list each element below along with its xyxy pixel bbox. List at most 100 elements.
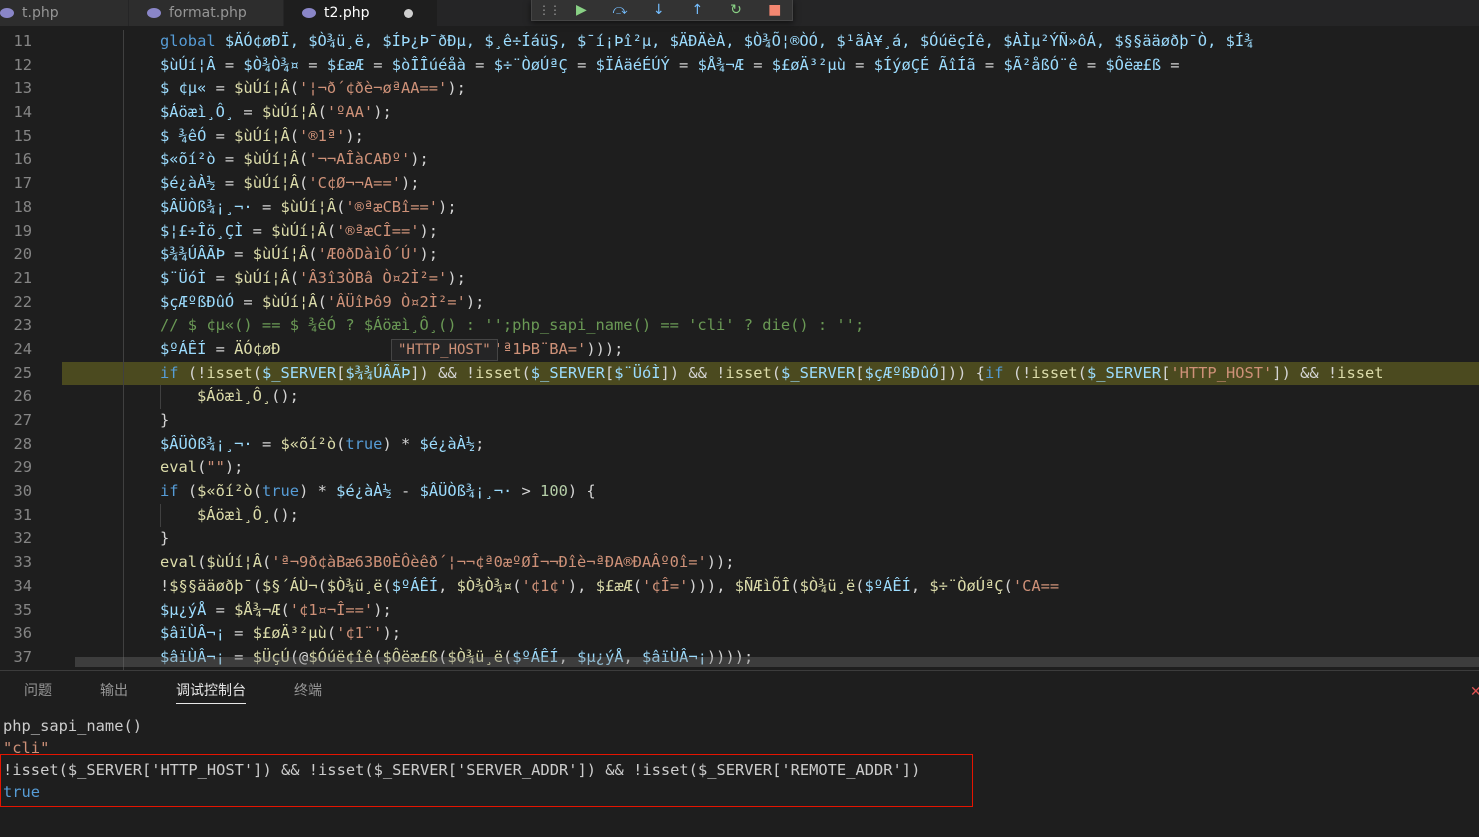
unsaved-dot-icon[interactable] (403, 8, 413, 18)
code-token: ÄÓ¢øÐ (234, 339, 281, 358)
tab-2[interactable]: t2.php (284, 0, 438, 26)
code-token: = (1077, 55, 1106, 74)
code-line[interactable]: 28 $ÂÜÒß¾¡¸¬· = $«õí²ò(true) * $é¿àÀ½; (0, 432, 1479, 457)
indent-guide (123, 101, 124, 125)
console-line: php_sapi_name() (3, 717, 142, 735)
code-token: ); (224, 458, 244, 477)
code-token: $Áöæì¸Ô¸ (160, 103, 235, 122)
code-line[interactable]: 18 $ÂÜÒß¾¡¸¬· = $ùÚí¦Â('®ªæCBî=='); (0, 195, 1479, 220)
code-token: ); (447, 268, 466, 287)
panel-tab-3[interactable]: 终端 (270, 671, 346, 711)
code-token: ( (261, 553, 272, 572)
indent-guide (123, 385, 124, 409)
code-line[interactable]: 13 $ ¢µ« = $ùÚí¦Â('¦¬ð´¢ðè¬øªAA=='); (0, 77, 1479, 102)
code-token: ))); (586, 339, 624, 358)
code-token: // $ ¢µ«() == $ ¾êÓ ? $Áöæì¸Ô¸() : '';ph… (160, 316, 865, 335)
restart-icon[interactable]: ↻ (719, 0, 754, 20)
code-line[interactable]: 29 eval(""); (0, 456, 1479, 481)
tab-1[interactable]: format.php (129, 0, 284, 26)
code-token: > (512, 482, 541, 501)
code-token: = (206, 268, 235, 287)
panel-close-icon[interactable]: ✕ (1470, 684, 1479, 698)
line-number: 20 (13, 245, 32, 264)
grip-icon[interactable]: ⋮⋮ (538, 0, 561, 20)
panel-tab-2[interactable]: 调试控制台 (152, 671, 270, 711)
code-text: $ùÚí¦Â = $Ò¾Ò¾¤ = $£æÆ = $òÎÎúéåà = $÷¨Ò… (160, 54, 1180, 78)
tab-0[interactable]: t.php (0, 0, 129, 26)
code-token: $Ã²åßÓ¨ê (1003, 55, 1078, 74)
code-token: '¬¬AÎàCAÐº' (308, 150, 411, 169)
code-token: $Ôëæ£ß (1105, 55, 1162, 74)
step-into-icon[interactable]: ↓ (641, 0, 676, 20)
code-token: ); (447, 79, 466, 98)
code-line[interactable]: 35 $µ¿ýÅ = $Å¾¬Æ('¢1¤¬Î=='); (0, 598, 1479, 623)
code-line[interactable]: 21 $¨ÜóÌ = $ùÚí¦Â('Â3î3ÒBâ Ò¤2Ì²='); (0, 266, 1479, 291)
stop-icon[interactable]: ■ (757, 0, 792, 20)
step-out-icon[interactable]: ↑ (680, 0, 715, 20)
code-token: $é¿àÀ½ (336, 482, 392, 501)
continue-icon[interactable]: ▶ (564, 0, 599, 20)
code-line[interactable]: 23 // $ ¢µ«() == $ ¾êÓ ? $Áöæì¸Ô¸() : '';… (0, 314, 1479, 338)
code-line[interactable]: 32} (0, 527, 1479, 552)
code-line[interactable]: 25 if (!isset($_SERVER[$¾¾ÚÂÃÞ]) && !isse… (13, 361, 1479, 386)
code-line[interactable]: 12 $ùÚí¦Â = $Ò¾Ò¾¤ = $£æÆ = $òÎÎúéåà = $÷… (0, 53, 1479, 78)
code-token: $¾¾ÚÂÃÞ (160, 245, 225, 264)
step-over-icon[interactable]: ⤼ (603, 0, 638, 20)
code-token: $£øÄ³²µù (771, 55, 846, 74)
code-line[interactable]: 15 $ ¾êÓ = $ùÚí¦Â('®1ª'); (0, 124, 1479, 149)
code-text: $é¿àÀ½ = $ùÚí¦Â('C¢Ø¬¬A=='); (160, 172, 420, 196)
indent-guide (123, 266, 124, 291)
code-text: !$§§ääøðþ¯($§´ÁÙ¬($Ò¾ü¸ë($ºÁÊÍ, $Ò¾Ò¾¤('… (160, 575, 1059, 599)
code-token: $ÂÜÒß¾¡¸¬· (160, 434, 253, 453)
code-token: 'CA== (1012, 576, 1060, 595)
code-line[interactable]: 20 $¾¾ÚÂÃÞ = $ùÚí¦Â('Æ0ðDàìÔ´Ú'); (0, 243, 1479, 267)
code-token: ]) && ! (660, 363, 726, 382)
code-token: = (299, 55, 327, 74)
code-token: (); (271, 505, 299, 524)
code-token: isset (475, 363, 522, 382)
php-file-icon (147, 8, 161, 18)
code-line[interactable]: 19 $¦£÷Îö¸ÇÌ = $ùÚí¦Â('®ªæCÎ=='); (0, 219, 1479, 244)
code-line[interactable]: 14 $Áöæì¸Ô¸ = $ùÚí¦Â('ºAA'); (0, 101, 1479, 125)
code-line[interactable]: 31 $Áöæì¸Ô¸(); (0, 503, 1479, 528)
code-line[interactable]: 26 $Áöæì¸Ô¸(); (0, 385, 1479, 409)
code-line[interactable]: 24$ºÁÊÍ = ÄÓ¢øÐ ùÚí¦Â('ª1ÞB¨BA='))); (0, 337, 1479, 362)
code-token: $ùÚí¦Â (261, 103, 318, 122)
code-line[interactable]: 11 global $ÄÓ¢øÐÏ, $Ò¾ü¸ë, $ÍÞ¿Þ¯ðÐµ, $¸ê… (0, 30, 1479, 54)
indent-guide (123, 77, 124, 102)
line-number: 12 (13, 55, 32, 74)
indent-guide (123, 361, 124, 386)
indent-guide (160, 385, 161, 409)
code-token: $ùÚí¦Â (243, 150, 300, 169)
code-text: $µ¿ýÅ = $Å¾¬Æ('¢1¤¬Î=='); (160, 599, 392, 623)
code-line[interactable]: 30 if ($«õí²ò(true) * $é¿àÀ½ - $ÂÜÒß¾¡¸¬·… (0, 480, 1479, 504)
code-line[interactable]: 34 !$§§ääøðþ¯($§´ÁÙ¬($Ò¾ü¸ë($ºÁÊÍ, $Ò¾Ò¾¤… (0, 574, 1479, 599)
line-number: 30 (13, 482, 32, 501)
code-token: ( (521, 363, 531, 382)
code-line[interactable]: 17 $é¿àÀ½ = $ùÚí¦Â('C¢Ø¬¬A=='); (0, 172, 1479, 196)
code-line[interactable]: 36 $âïÙÂ¬¡ = $£øÄ³²µù('¢1¨'); (0, 622, 1479, 646)
code-token: true (345, 434, 383, 453)
code-token: ( (336, 197, 346, 216)
code-line[interactable]: 33 eval($ùÚí¦Â('ª¬9ð¢àBæ63B0ÈÔèêð´¦¬¬¢ª0æ… (0, 551, 1479, 575)
code-token: 'Æ0ðDàìÔ´Ú' (317, 245, 420, 264)
code-editor[interactable]: 11 global $ÄÓ¢øÐÏ, $Ò¾ü¸ë, $ÍÞ¿Þ¯ðÐµ, $¸ê… (0, 30, 1479, 670)
code-token: ); (400, 174, 420, 193)
code-token: = (363, 55, 392, 74)
tab-label: format.php (169, 5, 247, 21)
indent-guide (123, 337, 124, 362)
panel-tab-1[interactable]: 输出 (76, 671, 152, 711)
code-line[interactable]: 22 $çÆºßÐûÓ = $ùÚí¦Â('ÂÜîÞô9 Ò¤2Ì²='); (0, 290, 1479, 315)
indent-guide (123, 527, 124, 552)
code-token: $÷¨ÒøÚªÇ (493, 55, 568, 74)
code-token: '®ªæCBî==' (345, 197, 439, 216)
code-line[interactable]: 16 $«õí²ò = $ùÚí¦Â('¬¬AÎàCAÐº'); (0, 148, 1479, 173)
horizontal-scrollbar[interactable] (75, 657, 1479, 667)
code-text: $Áöæì¸Ô¸(); (197, 385, 299, 409)
code-token: '¢Î=' (642, 576, 689, 595)
code-token: (! (1003, 363, 1032, 382)
panel-tab-0[interactable]: 问题 (0, 671, 76, 711)
code-token: = (224, 245, 253, 264)
code-token: $Áöæì¸Ô¸ (197, 387, 272, 406)
code-line[interactable]: 27} (0, 409, 1479, 433)
